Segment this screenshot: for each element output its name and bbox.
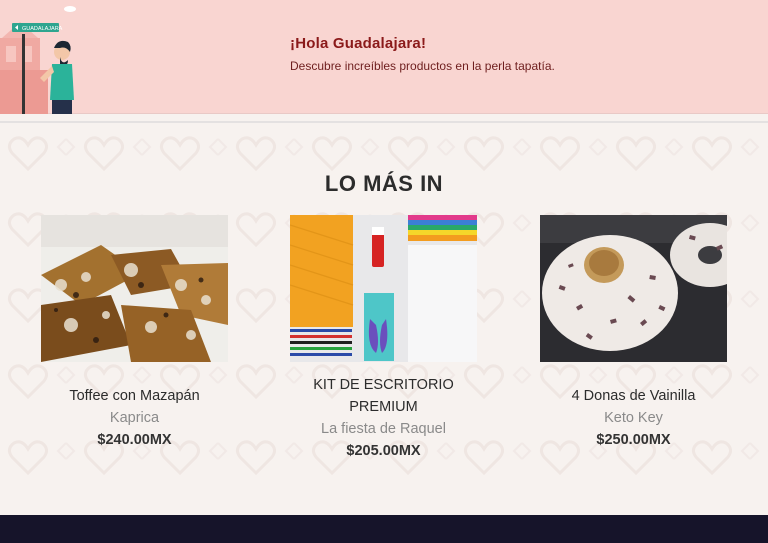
product-image-toffee[interactable] bbox=[41, 215, 228, 362]
product-brand[interactable]: Keto Key bbox=[540, 407, 727, 429]
section-title: LO MÁS IN bbox=[324, 171, 444, 196]
product-image-desk-kit[interactable] bbox=[290, 215, 477, 362]
banner-illustration: GUADALAJARA bbox=[0, 0, 100, 114]
footer-bar bbox=[0, 515, 768, 543]
product-card[interactable]: Toffee con Mazapán Kaprica $240.00MX bbox=[41, 215, 228, 451]
product-name[interactable]: Toffee con Mazapán bbox=[41, 385, 228, 407]
product-price: $240.00MX bbox=[97, 432, 172, 448]
product-card[interactable]: 4 Donas de Vainilla Keto Key $250.00MX bbox=[540, 215, 727, 451]
banner-title: ¡Hola Guadalajara! bbox=[290, 35, 427, 52]
banner-text: ¡Hola Guadalajara! Descubre increíbles p… bbox=[290, 35, 555, 73]
featured-section: LO MÁS IN Toffee con Mazapán Kaprica $24… bbox=[0, 123, 768, 515]
product-image-donuts[interactable] bbox=[540, 215, 727, 362]
product-name[interactable]: 4 Donas de Vainilla bbox=[540, 385, 727, 407]
welcome-banner: GUADALAJARA ¡Hola Guadalajara! Descubre … bbox=[0, 0, 768, 114]
product-card[interactable]: KIT DE ESCRITORIO PREMIUM La fiesta de R… bbox=[290, 215, 477, 462]
sign-label: GUADALAJARA bbox=[22, 26, 63, 32]
product-name[interactable]: KIT DE ESCRITORIO PREMIUM bbox=[290, 374, 477, 418]
product-brand[interactable]: Kaprica bbox=[41, 407, 228, 429]
product-price: $250.00MX bbox=[596, 432, 671, 448]
product-brand[interactable]: La fiesta de Raquel bbox=[290, 418, 477, 440]
banner-subtitle: Descubre increíbles productos en la perl… bbox=[290, 59, 555, 73]
product-price: $205.00MX bbox=[346, 443, 421, 459]
